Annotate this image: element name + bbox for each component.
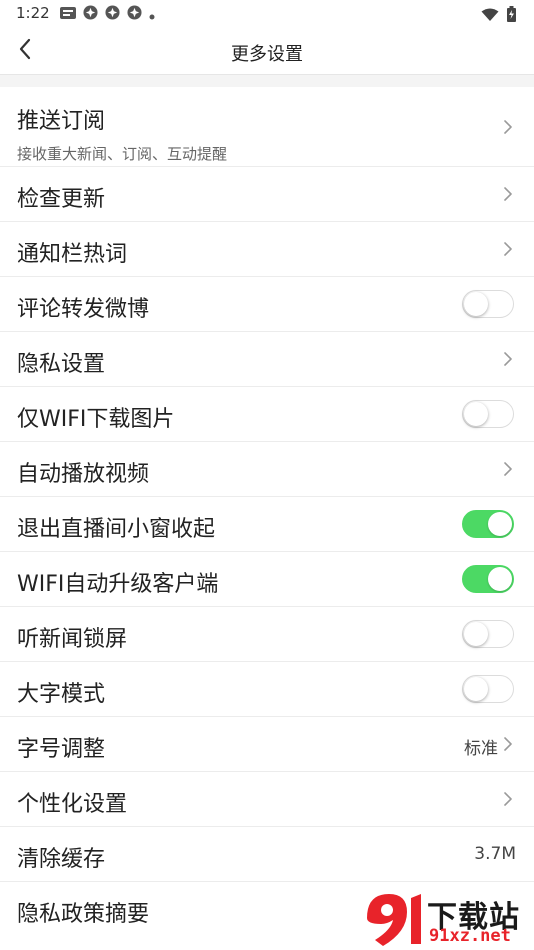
- chevron-right-icon: [504, 120, 512, 134]
- toggle-knob: [488, 512, 512, 536]
- setting-label: 检查更新: [17, 187, 106, 212]
- nav-bar: 更多设置: [0, 28, 534, 75]
- settings-list: 推送订阅 接收重大新闻、订阅、互动提醒 检查更新 通知栏热词 评论转发微博 隐私…: [0, 87, 534, 937]
- wifi-upgrade-toggle[interactable]: [462, 565, 514, 593]
- notification-icons: [60, 4, 155, 24]
- setting-font-size[interactable]: 字号调整 标准: [0, 717, 534, 772]
- setting-listen-lock-screen: 听新闻锁屏: [0, 607, 534, 662]
- setting-label: 隐私设置: [17, 352, 106, 377]
- setting-check-update[interactable]: 检查更新: [0, 167, 534, 222]
- cache-size-value: 3.7M: [474, 844, 516, 864]
- toggle-knob: [464, 402, 488, 426]
- setting-autoplay-video[interactable]: 自动播放视频: [0, 442, 534, 497]
- wifi-images-toggle[interactable]: [462, 400, 514, 428]
- status-bar: 1:22: [0, 0, 534, 28]
- setting-label: 仅WIFI下载图片: [17, 407, 175, 432]
- setting-label: 大字模式: [17, 682, 106, 707]
- lock-screen-toggle[interactable]: [462, 620, 514, 648]
- setting-large-font-mode: 大字模式: [0, 662, 534, 717]
- setting-privacy[interactable]: 隐私设置: [0, 332, 534, 387]
- news-app-icon: [60, 5, 76, 24]
- toggle-knob: [464, 677, 488, 701]
- setting-personalization[interactable]: 个性化设置: [0, 772, 534, 827]
- toggle-knob: [464, 622, 488, 646]
- app-badge-icon: [105, 4, 120, 24]
- status-time: 1:22: [16, 4, 50, 22]
- setting-label: 清除缓存: [17, 847, 106, 872]
- watermark-url: 91xz.net: [429, 926, 511, 946]
- wifi-icon: [481, 7, 499, 26]
- setting-wifi-auto-upgrade: WIFI自动升级客户端: [0, 552, 534, 607]
- large-font-toggle[interactable]: [462, 675, 514, 703]
- battery-charging-icon: [507, 6, 516, 26]
- section-gap: [0, 75, 534, 87]
- setting-label: 退出直播间小窗收起: [17, 517, 216, 542]
- setting-label: 评论转发微博: [17, 297, 150, 322]
- chevron-right-icon: [504, 352, 512, 366]
- setting-comment-repost-weibo: 评论转发微博: [0, 277, 534, 332]
- app-badge-icon: [127, 4, 142, 24]
- live-window-toggle[interactable]: [462, 510, 514, 538]
- comment-weibo-toggle[interactable]: [462, 290, 514, 318]
- setting-live-mini-window: 退出直播间小窗收起: [0, 497, 534, 552]
- font-size-value: 标准: [464, 739, 498, 759]
- chevron-right-icon: [504, 187, 512, 201]
- setting-wifi-only-images: 仅WIFI下载图片: [0, 387, 534, 442]
- setting-label: 个性化设置: [17, 792, 128, 817]
- setting-label: 听新闻锁屏: [17, 627, 128, 652]
- setting-push-subscription[interactable]: 推送订阅 接收重大新闻、订阅、互动提醒: [0, 87, 534, 167]
- chevron-right-icon: [504, 242, 512, 256]
- setting-clear-cache[interactable]: 清除缓存 3.7M: [0, 827, 534, 882]
- toggle-knob: [488, 567, 512, 591]
- chevron-right-icon: [504, 737, 512, 751]
- site-watermark: 下载站 91xz.net: [359, 888, 534, 950]
- setting-label: 隐私政策摘要: [17, 902, 150, 927]
- setting-label: 通知栏热词: [17, 242, 128, 267]
- setting-description: 接收重大新闻、订阅、互动提醒: [17, 145, 228, 163]
- chevron-right-icon: [504, 792, 512, 806]
- dot-icon: [149, 5, 155, 24]
- setting-label: 推送订阅: [17, 109, 106, 134]
- setting-label: 字号调整: [17, 737, 106, 762]
- setting-label: WIFI自动升级客户端: [17, 572, 219, 597]
- chevron-right-icon: [504, 462, 512, 476]
- watermark-logo-icon: [367, 894, 421, 946]
- setting-label: 自动播放视频: [17, 462, 150, 487]
- system-icons: [481, 6, 516, 26]
- setting-notification-hot-words[interactable]: 通知栏热词: [0, 222, 534, 277]
- page-title: 更多设置: [231, 44, 303, 65]
- app-badge-icon: [83, 4, 98, 24]
- toggle-knob: [464, 292, 488, 316]
